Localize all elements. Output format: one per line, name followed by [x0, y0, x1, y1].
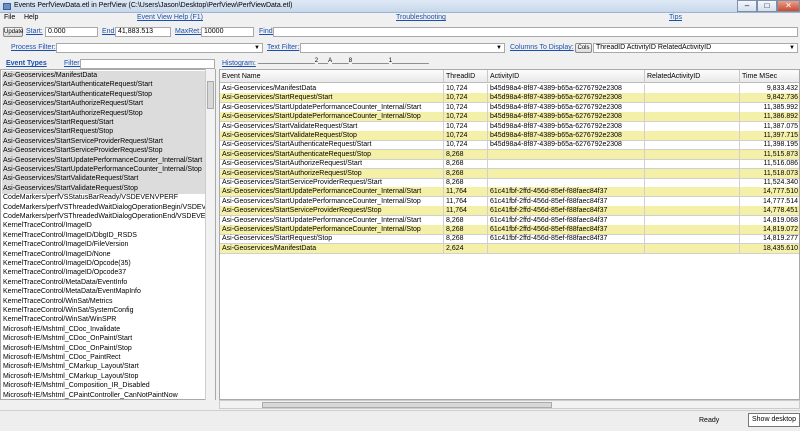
text-filter-label[interactable]: Text Filter: [267, 44, 299, 51]
menu-file[interactable]: File [4, 14, 15, 21]
dropdown-arrow-icon[interactable]: ▼ [789, 44, 795, 52]
maximize-button[interactable]: □ [757, 0, 777, 12]
find-input[interactable] [273, 27, 798, 37]
event-type-filter-input[interactable] [80, 59, 215, 69]
minimize-button[interactable]: – [737, 0, 757, 12]
tips-link[interactable]: Tips [669, 14, 682, 21]
histogram-label[interactable]: Histogram: [222, 60, 256, 67]
event-type-item[interactable]: Microsoft-IE/Mshtml_CPaintController_Can… [2, 391, 206, 399]
table-cell-time: 18,435.610 [740, 244, 799, 254]
columns-to-display-label[interactable]: Columns To Display: [510, 44, 574, 51]
start-input[interactable]: 0.000 [45, 27, 98, 37]
title-bar: Events PerfViewData.etl in PerfView (C:\… [0, 0, 800, 13]
column-header[interactable]: ThreadID [444, 70, 488, 83]
process-filter-combo[interactable]: ▼ [56, 43, 263, 53]
table-cell-name: Asi-Geoservices/ManifestData [220, 243, 444, 254]
dropdown-arrow-icon[interactable]: ▼ [254, 44, 260, 52]
troubleshooting-link[interactable]: Troubleshooting [396, 14, 446, 21]
event-view-help-link[interactable]: Event View Help (F1) [137, 14, 203, 21]
column-header[interactable]: Time MSec [740, 70, 799, 83]
window-title: Events PerfViewData.etl in PerfView (C:\… [14, 2, 293, 9]
maxret-input[interactable]: 10000 [201, 27, 254, 37]
maxret-label[interactable]: MaxRet: [175, 28, 201, 35]
scrollbar-thumb[interactable] [207, 81, 214, 109]
show-desktop-tooltip: Show desktop [748, 413, 800, 427]
column-header[interactable]: RelatedActivityID [645, 70, 740, 83]
process-filter-label[interactable]: Process Filter: [11, 44, 56, 51]
perfview-app-icon [3, 3, 11, 10]
horizontal-scrollbar-thumb[interactable] [262, 402, 552, 408]
filter-label[interactable]: Filter: [64, 60, 82, 67]
event-types-label: Event Types [6, 60, 47, 67]
menu-bar: File Help Event View Help (F1) Troublesh… [0, 13, 800, 24]
table-row[interactable]: Asi-Geoservices/ManifestData 2,624 18,435.… [220, 243, 799, 254]
status-bar: Ready [0, 410, 800, 431]
cols-button[interactable]: Cols [575, 43, 592, 53]
table-cell-rid [645, 243, 740, 254]
end-input[interactable]: 41,883.513 [115, 27, 171, 37]
columns-to-display-combo[interactable]: ThreadID ActivityID RelatedActivityID ▼ [593, 43, 798, 53]
columns-value: ThreadID ActivityID RelatedActivityID [596, 44, 712, 51]
status-ready: Ready [699, 417, 720, 424]
column-header[interactable]: ActivityID [488, 70, 645, 83]
update-button[interactable]: Update [3, 27, 23, 37]
close-button[interactable]: ✕ [777, 0, 800, 12]
menu-help[interactable]: Help [24, 14, 38, 21]
start-label[interactable]: Start: [26, 28, 43, 35]
text-filter-combo[interactable]: ▼ [300, 43, 505, 53]
event-types-scrollbar[interactable] [205, 69, 215, 400]
events-grid[interactable]: Event Name ThreadID ActivityID RelatedActiv… [219, 69, 800, 400]
histogram-value: _________________2___A_____8___________1… [258, 58, 429, 64]
column-header[interactable]: Event Name [220, 70, 444, 83]
dropdown-arrow-icon[interactable]: ▼ [496, 44, 502, 52]
table-cell-tid: 2,624 [444, 243, 488, 254]
table-cell-aid [488, 243, 645, 254]
event-types-list[interactable]: Asi-Geoservices/ManifestData Asi-Geoservi… [0, 69, 216, 400]
